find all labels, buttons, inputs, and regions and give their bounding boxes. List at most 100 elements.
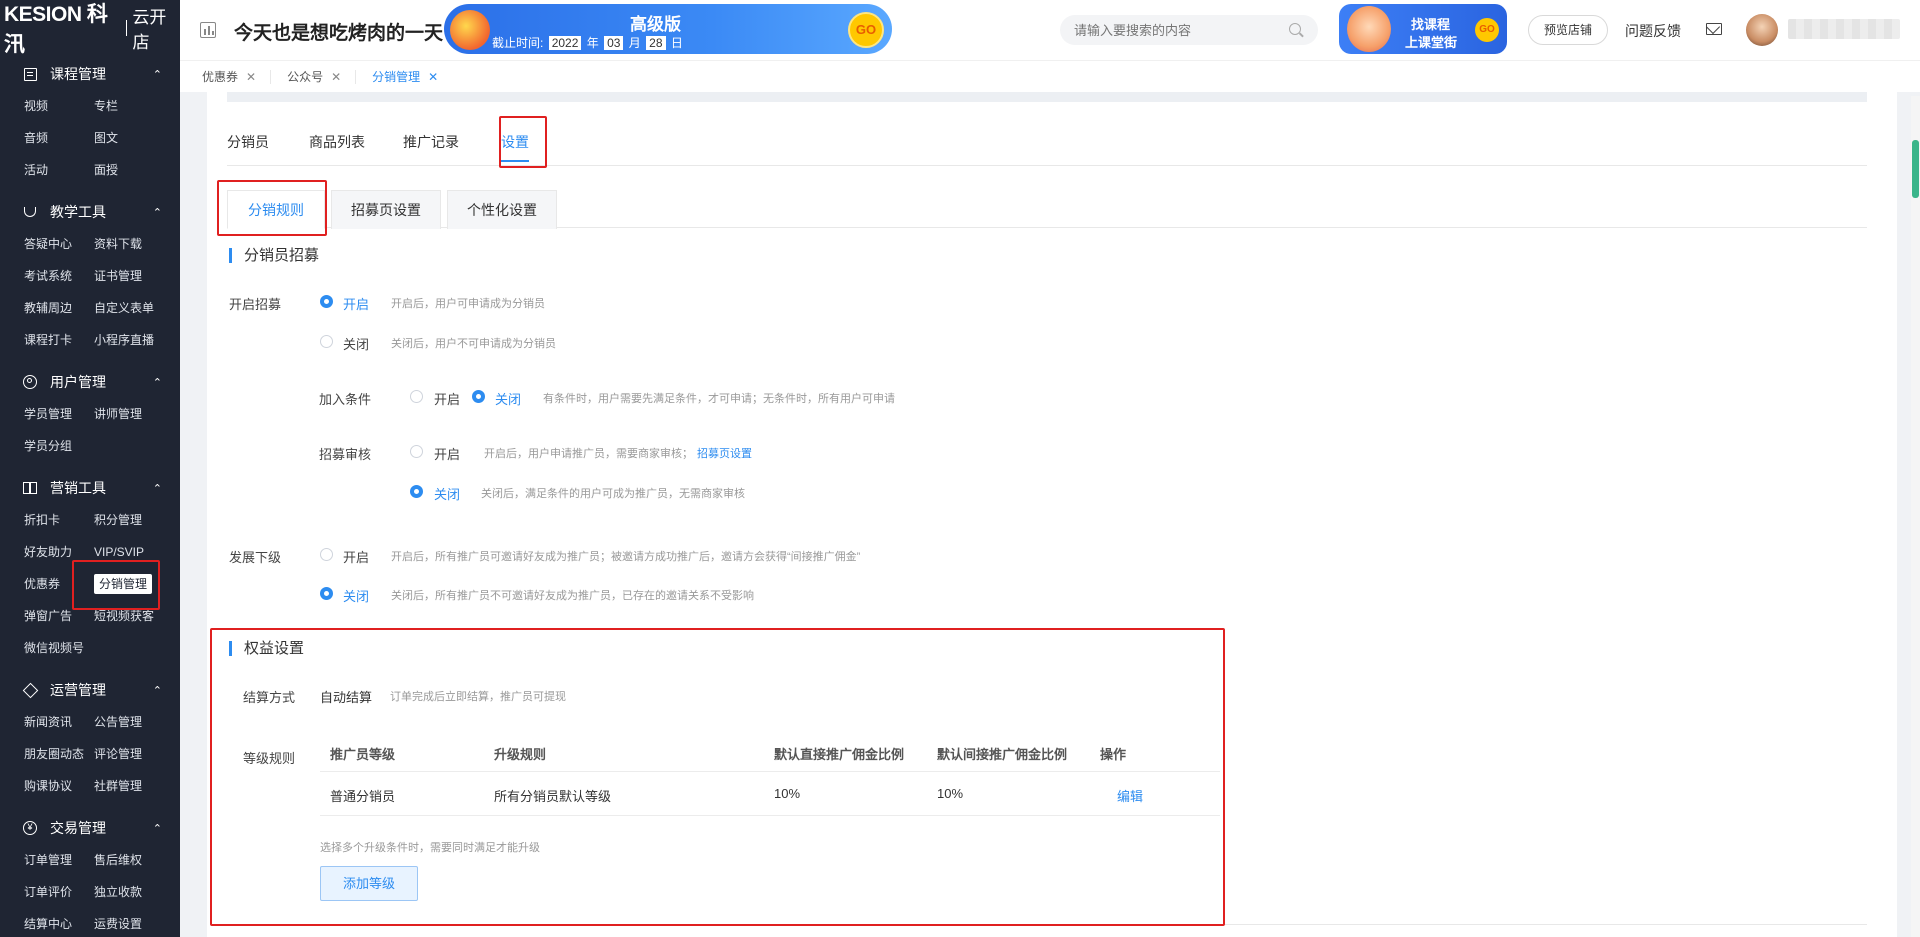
sidebar-item[interactable]: 自定义表单 bbox=[94, 292, 164, 324]
open-tabs-strip: 优惠券 ✕ 公众号 ✕ 分销管理 ✕ bbox=[180, 60, 1920, 92]
open-recruit-on-label[interactable]: 开启 bbox=[343, 294, 369, 313]
sidebar-item[interactable]: 社群管理 bbox=[94, 770, 164, 802]
sidebar-item[interactable]: 答疑中心 bbox=[24, 228, 94, 260]
main-tab[interactable]: 商品列表 bbox=[309, 132, 365, 160]
feedback-link[interactable]: 问题反馈 bbox=[1625, 21, 1681, 41]
sidebar-item[interactable]: 小程序直播 bbox=[94, 324, 164, 356]
sidebar-item[interactable]: 学员管理 bbox=[24, 398, 94, 430]
recruit-audit-on-hint: 开启后，用户申请推广员，需要商家审核； 招募页设置 bbox=[484, 448, 752, 460]
close-icon[interactable]: ✕ bbox=[246, 70, 256, 84]
sidebar-item[interactable]: 微信视频号 bbox=[24, 632, 94, 664]
sub-tab[interactable]: 招募页设置 bbox=[331, 190, 441, 229]
search-box[interactable] bbox=[1060, 15, 1318, 45]
sidebar-item[interactable]: 教辅周边 bbox=[24, 292, 94, 324]
sidebar-item[interactable]: 学员分组 bbox=[24, 430, 94, 462]
promo-go-button[interactable]: GO bbox=[1475, 18, 1499, 42]
search-icon[interactable] bbox=[1289, 23, 1304, 38]
chevron-up-icon[interactable]: ⌃ bbox=[153, 822, 162, 835]
sidebar-item[interactable]: 订单管理 bbox=[24, 844, 94, 876]
sidebar-item-label: 独立收款 bbox=[94, 885, 143, 899]
avatar[interactable] bbox=[1746, 14, 1778, 46]
banner-go-button[interactable]: GO bbox=[848, 12, 884, 48]
sidebar-item[interactable]: 朋友圈动态 bbox=[24, 738, 94, 770]
main-tabs: 分销员 商品列表 推广记录 设置 bbox=[227, 92, 1867, 166]
join-condition-on-radio[interactable] bbox=[410, 390, 423, 403]
develop-sub-off-radio[interactable] bbox=[320, 587, 333, 600]
sidebar-item[interactable]: 图文 bbox=[94, 122, 164, 154]
sidebar-group-4[interactable]: 运营管理 ⌃ bbox=[0, 674, 180, 706]
user-name-blurred[interactable] bbox=[1788, 19, 1900, 39]
recruit-audit-on-radio[interactable] bbox=[410, 445, 423, 458]
sidebar-item[interactable]: 积分管理 bbox=[94, 504, 164, 536]
open-recruit-off-label[interactable]: 关闭 bbox=[343, 334, 369, 353]
sidebar-item[interactable]: 评论管理 bbox=[94, 738, 164, 770]
sidebar-item-label: 图文 bbox=[94, 131, 119, 145]
chevron-up-icon[interactable]: ⌃ bbox=[153, 684, 162, 697]
sidebar-item[interactable]: 资料下载 bbox=[94, 228, 164, 260]
join-condition-off-label[interactable]: 关闭 bbox=[495, 389, 521, 408]
sidebar-item[interactable]: 运费设置 bbox=[94, 908, 164, 937]
sub-tab[interactable]: 个性化设置 bbox=[447, 190, 557, 229]
sidebar-group-1[interactable]: 教学工具 ⌃ bbox=[0, 196, 180, 228]
chevron-up-icon[interactable]: ⌃ bbox=[153, 68, 162, 81]
preview-store-button[interactable]: 预览店铺 bbox=[1528, 15, 1608, 45]
sidebar-group-3[interactable]: 营销工具 ⌃ bbox=[0, 472, 180, 504]
open-recruit-on-radio[interactable] bbox=[320, 295, 333, 308]
sidebar-item[interactable]: 音频 bbox=[24, 122, 94, 154]
develop-sub-on-label[interactable]: 开启 bbox=[343, 547, 369, 566]
chevron-up-icon[interactable]: ⌃ bbox=[153, 206, 162, 219]
develop-sub-label: 发展下级 bbox=[229, 550, 282, 565]
recruit-audit-on-label[interactable]: 开启 bbox=[434, 444, 460, 463]
open-tab[interactable]: 公众号 ✕ bbox=[287, 69, 357, 84]
sidebar-item[interactable]: 新闻资讯 bbox=[24, 706, 94, 738]
close-icon[interactable]: ✕ bbox=[331, 70, 341, 84]
open-tab[interactable]: 优惠券 ✕ bbox=[202, 69, 272, 84]
sidebar-group-0[interactable]: 课程管理 ⌃ bbox=[0, 58, 180, 90]
open-tab[interactable]: 分销管理 ✕ bbox=[372, 70, 452, 85]
sidebar-item[interactable]: 售后维权 bbox=[94, 844, 164, 876]
recruit-page-settings-link[interactable]: 招募页设置 bbox=[697, 448, 752, 460]
sidebar-item[interactable]: 证书管理 bbox=[94, 260, 164, 292]
mail-icon[interactable] bbox=[1705, 19, 1722, 35]
recruit-audit-off-radio[interactable] bbox=[410, 485, 423, 498]
open-recruit-off-radio[interactable] bbox=[320, 335, 333, 348]
sidebar-item[interactable]: 课程打卡 bbox=[24, 324, 94, 356]
sidebar-item[interactable]: 结算中心 bbox=[24, 908, 94, 937]
search-input[interactable] bbox=[1074, 15, 1274, 45]
shop-name: 今天也是想吃烤肉的一天 bbox=[234, 23, 444, 44]
develop-sub-off-label[interactable]: 关闭 bbox=[343, 586, 369, 605]
sidebar-item[interactable]: 订单评价 bbox=[24, 876, 94, 908]
sidebar-item[interactable]: 活动 bbox=[24, 154, 94, 186]
page-scrollbar-thumb[interactable] bbox=[1912, 140, 1919, 198]
sidebar-item-label: 面授 bbox=[94, 163, 119, 177]
shop-icon[interactable] bbox=[200, 22, 216, 38]
chevron-up-icon[interactable]: ⌃ bbox=[153, 482, 162, 495]
version-banner[interactable]: 高级版 截止时间: 2022 年 03 月 28 日 GO bbox=[444, 4, 892, 54]
develop-sub-on-radio[interactable] bbox=[320, 548, 333, 561]
sidebar-group-5[interactable]: ¥ 交易管理 ⌃ bbox=[0, 812, 180, 844]
recruit-audit-off-hint: 关闭后，满足条件的用户可成为推广员，无需商家审核 bbox=[481, 488, 745, 500]
sidebar-item[interactable]: 面授 bbox=[94, 154, 164, 186]
join-condition-on-label[interactable]: 开启 bbox=[434, 389, 460, 408]
sidebar-item[interactable]: 讲师管理 bbox=[94, 398, 164, 430]
close-icon[interactable]: ✕ bbox=[428, 70, 438, 84]
sidebar-item[interactable]: 专栏 bbox=[94, 90, 164, 122]
sidebar-item[interactable]: 独立收款 bbox=[94, 876, 164, 908]
sidebar-item[interactable]: 购课协议 bbox=[24, 770, 94, 802]
page-scrollbar-track[interactable] bbox=[1911, 96, 1920, 937]
sidebar-item[interactable]: 视频 bbox=[24, 90, 94, 122]
sidebar-group-title: 运营管理 bbox=[50, 682, 106, 698]
recruit-audit-off-label[interactable]: 关闭 bbox=[434, 484, 460, 503]
sidebar-item-label: 考试系统 bbox=[24, 269, 73, 283]
main-tab[interactable]: 分销员 bbox=[227, 132, 269, 160]
chevron-up-icon[interactable]: ⌃ bbox=[153, 376, 162, 389]
sub-tabs: 分销规则 招募页设置 个性化设置 bbox=[227, 190, 1867, 229]
sidebar-group-2[interactable]: 用户管理 ⌃ bbox=[0, 366, 180, 398]
sidebar-item[interactable]: 公告管理 bbox=[94, 706, 164, 738]
app-logo[interactable]: KESION 科汛 云开店 bbox=[0, 0, 180, 56]
main-tab[interactable]: 推广记录 bbox=[403, 132, 459, 160]
promo-banner[interactable]: 找课程 上课堂街 GO bbox=[1339, 4, 1507, 54]
join-condition-off-radio[interactable] bbox=[472, 390, 485, 403]
sidebar-item[interactable]: 折扣卡 bbox=[24, 504, 94, 536]
sidebar-item[interactable]: 考试系统 bbox=[24, 260, 94, 292]
